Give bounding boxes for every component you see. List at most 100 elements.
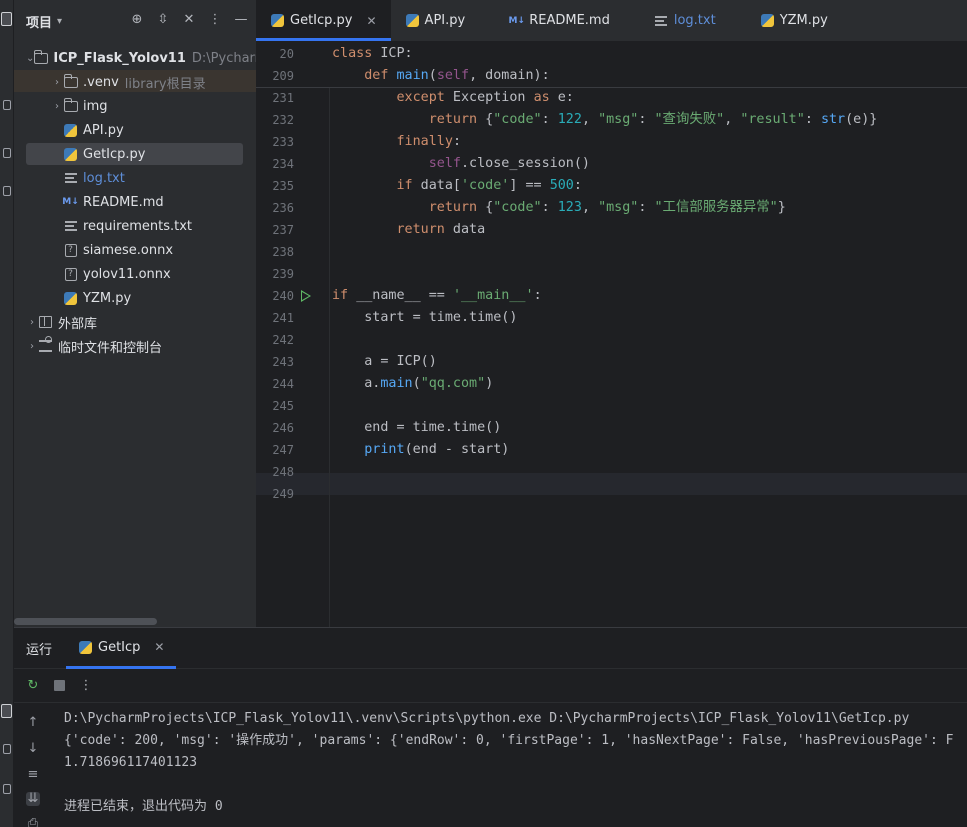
tree-item[interactable]: log.txt xyxy=(14,167,256,189)
line-number: 243 xyxy=(272,355,294,369)
print-icon[interactable]: ⎙ xyxy=(26,817,40,827)
python-file-icon xyxy=(760,14,775,28)
scroll-to-end-icon[interactable]: ⇊ xyxy=(26,792,40,806)
code-line: a.main("qq.com") xyxy=(332,376,494,391)
python-file-icon xyxy=(63,291,78,305)
gutter-divider xyxy=(329,42,330,627)
line-number: 249 xyxy=(272,487,294,501)
python-file-icon xyxy=(405,14,420,28)
tree-item[interactable]: API.py xyxy=(14,119,256,141)
tree-scratches[interactable]: › 临时文件和控制台 xyxy=(14,335,256,357)
tab-label: API.py xyxy=(424,13,466,28)
soft-wrap-icon[interactable]: ≡ xyxy=(26,768,40,782)
tree-item-label: GetIcp.py xyxy=(83,146,146,162)
python-file-icon xyxy=(270,14,285,28)
chevron-right-icon[interactable]: › xyxy=(26,317,38,328)
tree-item[interactable]: requirements.txt xyxy=(14,215,256,237)
hide-pane-icon[interactable]: — xyxy=(234,12,248,28)
code-line: except Exception as e: xyxy=(396,90,574,105)
code-line: a = ICP() xyxy=(332,354,437,369)
tab-api-py[interactable]: API.py xyxy=(391,0,496,41)
locate-icon[interactable]: ⊕ xyxy=(130,12,144,28)
code-line: self.close_session() xyxy=(428,156,590,171)
tab-geticp-py[interactable]: GetIcp.py ✕ xyxy=(256,0,391,41)
text-file-icon xyxy=(63,219,78,233)
sticky-code-line[interactable]: class ICP: xyxy=(332,43,413,65)
code-line: return {"code": 122, "msg": "查询失败", "res… xyxy=(428,112,878,127)
more-options-icon[interactable]: ⋮ xyxy=(208,12,222,28)
run-config-tab[interactable]: GetIcp ✕ xyxy=(66,628,177,669)
console-line: 1.718696117401123 xyxy=(64,755,198,770)
tab-label: YZM.py xyxy=(779,13,828,28)
bookmarks-tool-icon[interactable] xyxy=(3,186,11,196)
tree-external-libs[interactable]: › 外部库 xyxy=(14,311,256,333)
project-tool-icon[interactable] xyxy=(1,12,12,26)
close-icon[interactable]: ✕ xyxy=(366,14,376,28)
code-line: print(end - start) xyxy=(364,442,510,457)
terminal-tool-icon[interactable] xyxy=(3,744,11,754)
tree-item[interactable]: › img xyxy=(14,95,256,117)
tab-yzm-py[interactable]: YZM.py xyxy=(746,0,858,41)
line-number: 236 xyxy=(272,201,294,215)
problems-tool-icon[interactable] xyxy=(3,784,11,794)
tree-item[interactable]: M↓ README.md xyxy=(14,191,256,213)
run-tool-icon[interactable] xyxy=(1,704,12,718)
markdown-file-icon: M↓ xyxy=(62,197,79,207)
commit-tool-icon[interactable] xyxy=(3,148,11,158)
console-line: {'code': 200, 'msg': '操作成功', 'params': {… xyxy=(64,733,954,748)
line-number: 246 xyxy=(272,421,294,435)
tab-log-txt[interactable]: log.txt xyxy=(640,0,746,41)
tab-readme-md[interactable]: M↓ README.md xyxy=(495,0,640,41)
project-pane: 项目 ▾ ⊕ ⇳ ✕ ⋮ — ⌄ ICP_Flask_Yolov11 D:\Py… xyxy=(14,0,256,627)
tree-root[interactable]: ⌄ ICP_Flask_Yolov11 D:\PycharmP xyxy=(14,47,256,69)
code-editor[interactable]: print(data)230231 except Exception as e:… xyxy=(256,42,967,627)
tab-label: README.md xyxy=(529,13,610,28)
scratches-icon xyxy=(38,336,53,353)
line-number: 235 xyxy=(272,179,294,193)
run-tab-label: GetIcp xyxy=(98,639,141,655)
python-file-icon xyxy=(63,147,78,161)
tree-item[interactable]: ? yolov11.onnx xyxy=(14,263,256,285)
sticky-scroll-header[interactable]: 20 class ICP: 209 def main(self, domain): xyxy=(256,42,967,88)
markdown-file-icon: M↓ xyxy=(508,15,525,26)
console-output[interactable]: D:\PycharmProjects\ICP_Flask_Yolov11\.ve… xyxy=(64,708,953,818)
arrow-down-icon[interactable]: ↓ xyxy=(26,742,40,756)
chevron-down-icon[interactable]: ▾ xyxy=(57,16,62,27)
structure-tool-icon[interactable] xyxy=(3,100,11,110)
tree-item-label: README.md xyxy=(83,194,164,210)
run-panel-title: 运行 xyxy=(26,642,53,658)
library-icon xyxy=(38,315,53,329)
chevron-right-icon[interactable]: › xyxy=(51,77,63,88)
tree-item[interactable]: YZM.py xyxy=(14,287,256,309)
line-number: 245 xyxy=(272,399,294,413)
chevron-down-icon[interactable]: ⌄ xyxy=(26,53,34,64)
collapse-all-icon[interactable]: ✕ xyxy=(182,12,196,28)
tree-item[interactable]: ? siamese.onnx xyxy=(14,239,256,261)
current-line-highlight xyxy=(256,473,967,495)
stop-icon[interactable] xyxy=(54,680,65,691)
chevron-right-icon[interactable]: › xyxy=(26,341,38,352)
more-options-icon[interactable]: ⋮ xyxy=(79,678,93,693)
close-icon[interactable]: ✕ xyxy=(154,640,164,654)
project-pane-title[interactable]: 项目 xyxy=(26,12,52,31)
line-number: 247 xyxy=(272,443,294,457)
sticky-code-line[interactable]: def main(self, domain): xyxy=(332,65,549,87)
tree-item[interactable]: GetIcp.py xyxy=(26,143,243,165)
text-file-icon xyxy=(63,171,78,185)
unknown-file-icon: ? xyxy=(63,243,78,257)
external-libs-label: 外部库 xyxy=(58,316,98,332)
tree-item-label: siamese.onnx xyxy=(83,242,174,258)
chevron-right-icon[interactable]: › xyxy=(51,101,63,112)
run-panel-header: 运行 GetIcp ✕ xyxy=(14,628,967,669)
folder-icon xyxy=(34,49,49,65)
arrow-up-icon[interactable]: ↑ xyxy=(26,716,40,730)
expand-all-icon[interactable]: ⇳ xyxy=(156,12,170,28)
tree-item[interactable]: › .venv library根目录 xyxy=(14,71,256,93)
tree-item-hint: library根目录 xyxy=(124,76,206,92)
rerun-icon[interactable]: ↻ xyxy=(26,678,40,693)
line-number: 237 xyxy=(272,223,294,237)
project-scrollbar[interactable] xyxy=(14,618,157,625)
run-gutter-icon[interactable] xyxy=(301,290,311,302)
line-number: 239 xyxy=(272,267,294,281)
